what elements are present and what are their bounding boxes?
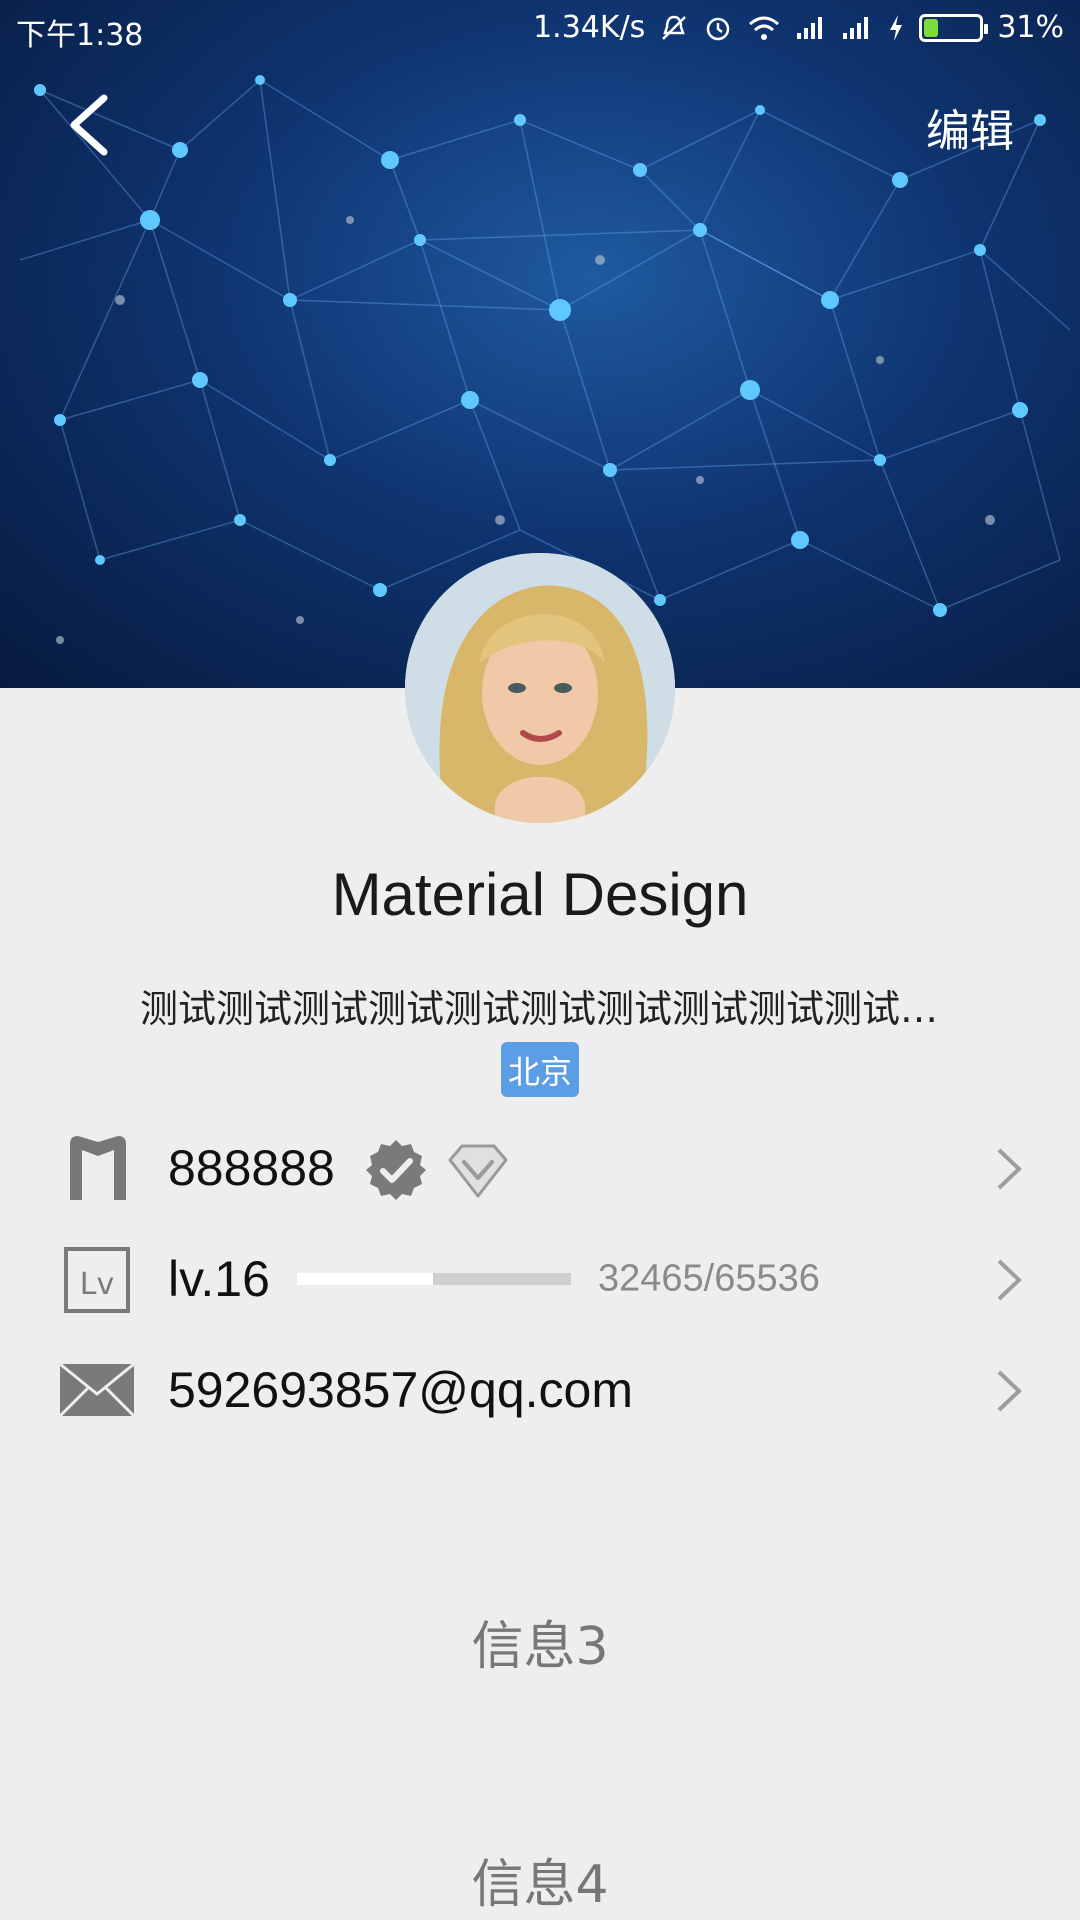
- verified-icon: [366, 1140, 426, 1200]
- profile-signature: 测试测试测试测试测试测试测试测试测试测试测…: [140, 987, 940, 1031]
- diamond-icon: [448, 1144, 508, 1198]
- level-progress-bar: [297, 1273, 571, 1285]
- level-progress-fill: [297, 1273, 433, 1285]
- chevron-right-icon: [997, 1370, 1022, 1412]
- wifi-icon: [749, 16, 780, 40]
- level-row[interactable]: Lv lv.16 32465/65536: [0, 1229, 1080, 1329]
- avatar[interactable]: [405, 553, 675, 823]
- user-id: 888888: [168, 1140, 335, 1196]
- chevron-right-icon: [997, 1148, 1022, 1190]
- back-arrow-icon[interactable]: [58, 90, 118, 160]
- chevron-right-icon: [997, 1259, 1022, 1301]
- edit-button[interactable]: 编辑: [926, 95, 1014, 159]
- battery-icon: [919, 13, 989, 42]
- alarm-icon: [707, 17, 730, 40]
- battery-percent: 31%: [997, 10, 1064, 45]
- status-time: 下午1:38: [16, 18, 144, 53]
- status-bar: 下午1:38 1.34K/s 31%: [0, 0, 1080, 56]
- id-row[interactable]: 888888: [0, 1118, 1080, 1218]
- avatar-image: [405, 553, 675, 823]
- charging-icon: [890, 14, 903, 41]
- info3-label: 信息3: [471, 1617, 609, 1677]
- signal-icon: [797, 16, 823, 39]
- signal-icon: [843, 16, 869, 39]
- email-address: 592693857@qq.com: [168, 1362, 633, 1418]
- mute-icon: [662, 15, 687, 40]
- level-progress-text: 32465/65536: [598, 1257, 820, 1300]
- net-speed: 1.34K/s: [533, 10, 646, 45]
- status-icons: 1.34K/s 31%: [533, 10, 1064, 45]
- email-row[interactable]: 592693857@qq.com: [0, 1340, 1080, 1440]
- level-icon: Lv: [64, 1247, 130, 1313]
- mail-icon: [58, 1362, 136, 1418]
- profile-name: Material Design: [331, 861, 749, 928]
- level-label: lv.16: [168, 1251, 270, 1307]
- svg-text:Lv: Lv: [80, 1267, 114, 1302]
- location-tag: 北京: [501, 1042, 579, 1097]
- m-logo-icon: [70, 1136, 126, 1200]
- info4-label: 信息4: [471, 1855, 609, 1915]
